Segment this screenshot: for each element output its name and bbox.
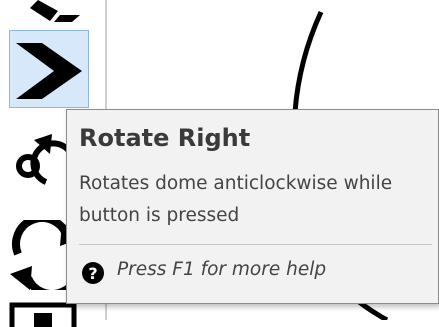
chevron-right-icon [16,43,82,99]
rotate-right-button[interactable] [9,30,89,108]
tooltip-description: Rotates dome anticlockwise while button … [79,173,393,226]
help-text: Press F1 for more help [117,259,327,280]
toolbar-button-partial-top[interactable] [10,0,90,24]
tooltip-title: Rotate Right [79,124,251,152]
partial-toolbar-icon [30,0,80,22]
svg-text:?: ? [88,264,97,283]
tooltip-separator [79,244,432,245]
tooltip: Rotate Right Rotates dome anticlockwise … [66,109,439,304]
help-icon: ? [82,262,104,284]
